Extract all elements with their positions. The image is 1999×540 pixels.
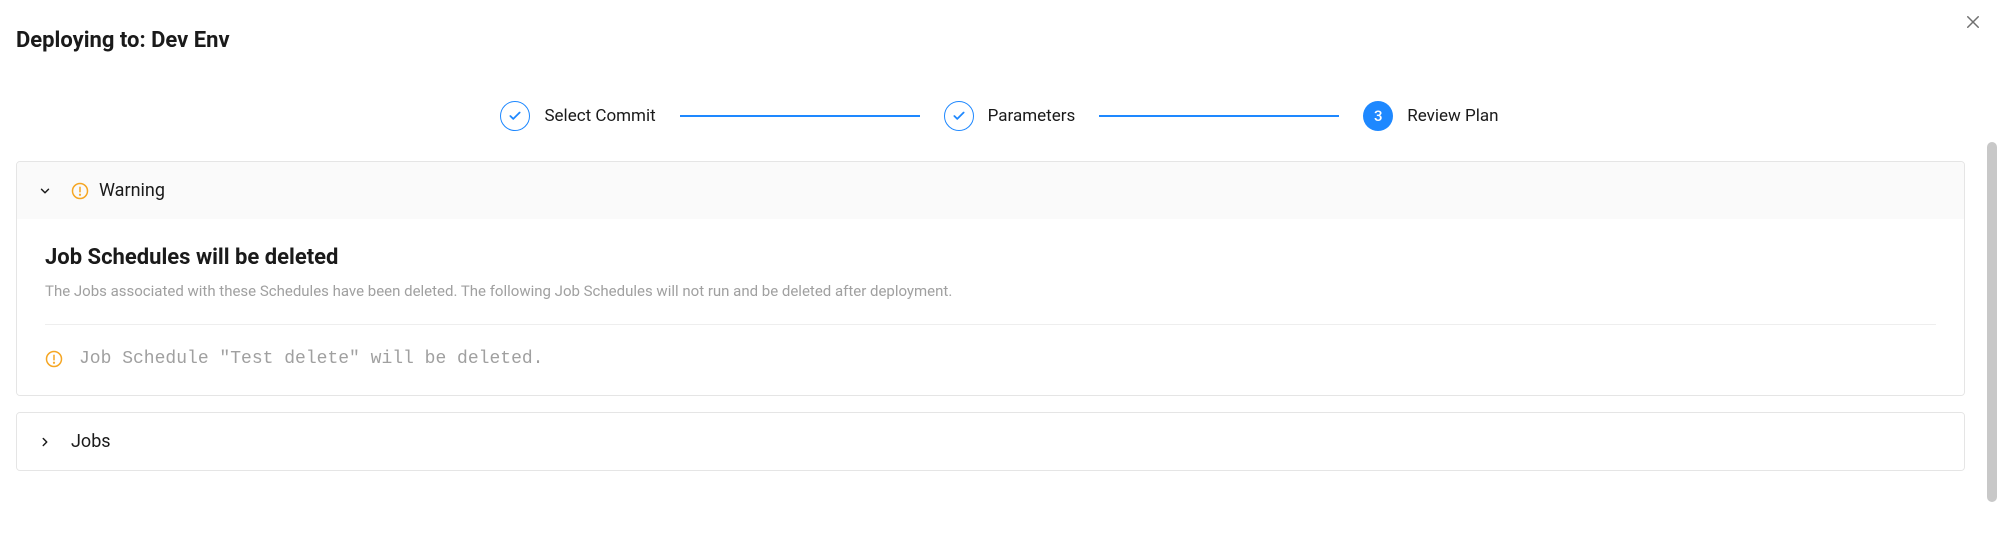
warning-panel-header[interactable]: Warning [17, 162, 1964, 219]
close-button[interactable] [1961, 10, 1985, 34]
page-header: Deploying to: Dev Env [0, 0, 1999, 53]
warning-heading: Job Schedules will be deleted [45, 245, 1936, 270]
warning-description: The Jobs associated with these Schedules… [45, 282, 1936, 300]
step-badge-active: 3 [1363, 101, 1393, 131]
chevron-down-icon [37, 183, 53, 199]
warning-panel-body: Job Schedules will be deleted The Jobs a… [17, 219, 1964, 395]
step-select-commit[interactable]: Select Commit [500, 101, 655, 131]
warning-panel: Warning Job Schedules will be deleted Th… [16, 161, 1965, 396]
step-connector [1099, 115, 1339, 117]
content-area: Warning Job Schedules will be deleted Th… [0, 161, 1981, 471]
step-badge-done [500, 101, 530, 131]
check-icon [952, 109, 966, 123]
page-title: Deploying to: Dev Env [16, 28, 1983, 53]
warning-icon [71, 182, 89, 200]
step-badge-done [944, 101, 974, 131]
step-connector [680, 115, 920, 117]
close-icon [1964, 13, 1982, 31]
stepper: Select Commit Parameters 3 Review Plan [0, 53, 1999, 161]
scrollbar-thumb[interactable] [1987, 142, 1997, 502]
warning-icon [45, 350, 63, 368]
warning-item-text: Job Schedule "Test delete" will be delet… [79, 349, 543, 369]
step-label: Select Commit [544, 106, 655, 126]
divider [45, 324, 1936, 325]
jobs-panel-header[interactable]: Jobs [17, 413, 1964, 470]
step-label: Review Plan [1407, 106, 1498, 126]
jobs-panel: Jobs [16, 412, 1965, 471]
warning-item-row: Job Schedule "Test delete" will be delet… [45, 349, 1936, 369]
warning-panel-title: Warning [99, 180, 165, 201]
chevron-right-icon [37, 434, 53, 450]
step-review-plan[interactable]: 3 Review Plan [1363, 101, 1498, 131]
check-icon [508, 109, 522, 123]
jobs-panel-title: Jobs [71, 431, 111, 452]
step-parameters[interactable]: Parameters [944, 101, 1076, 131]
step-label: Parameters [988, 106, 1076, 126]
